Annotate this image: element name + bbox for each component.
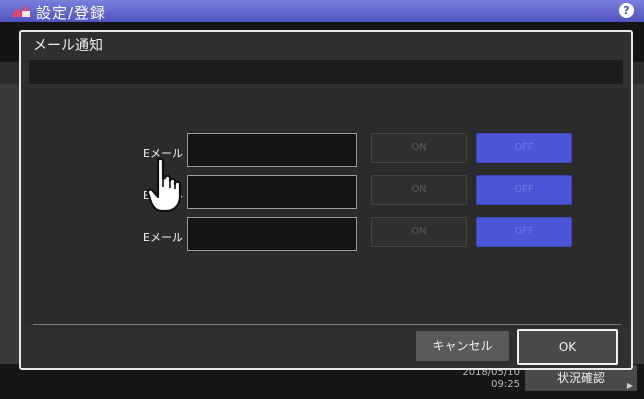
on-button-3[interactable]: ON: [371, 217, 467, 247]
email-field-1[interactable]: [187, 133, 357, 167]
divider: [33, 324, 621, 325]
ok-button[interactable]: OK: [517, 329, 618, 365]
email-field-3[interactable]: [187, 217, 357, 251]
email-field-2[interactable]: [187, 175, 357, 209]
settings-register-icon: [11, 5, 31, 17]
arrow-right-icon: ▶: [626, 381, 633, 390]
off-button-1[interactable]: OFF: [476, 133, 572, 163]
page-title: 設定/登録: [36, 4, 107, 22]
on-button-1[interactable]: ON: [371, 133, 467, 163]
pointing-hand-icon: [146, 157, 182, 213]
off-button-3[interactable]: OFF: [476, 217, 572, 247]
dialog-title: メール通知: [33, 38, 103, 54]
message-bar: [29, 60, 623, 84]
datetime: 2018/05/10 09:25: [440, 367, 520, 391]
email-label-3: Eメール: [143, 231, 183, 244]
status-check-label: 状況確認: [556, 371, 605, 385]
cancel-button[interactable]: キャンセル: [416, 331, 509, 361]
title-bar: 設定/登録 ?: [0, 0, 644, 22]
email-notification-dialog: メール通知 Eメール ON OFF Eメール ON OFF Eメール ON OF…: [19, 30, 633, 370]
time-text: 09:25: [491, 379, 520, 390]
on-button-2[interactable]: ON: [371, 175, 467, 205]
off-button-2[interactable]: OFF: [476, 175, 572, 205]
help-icon[interactable]: ?: [619, 3, 634, 18]
